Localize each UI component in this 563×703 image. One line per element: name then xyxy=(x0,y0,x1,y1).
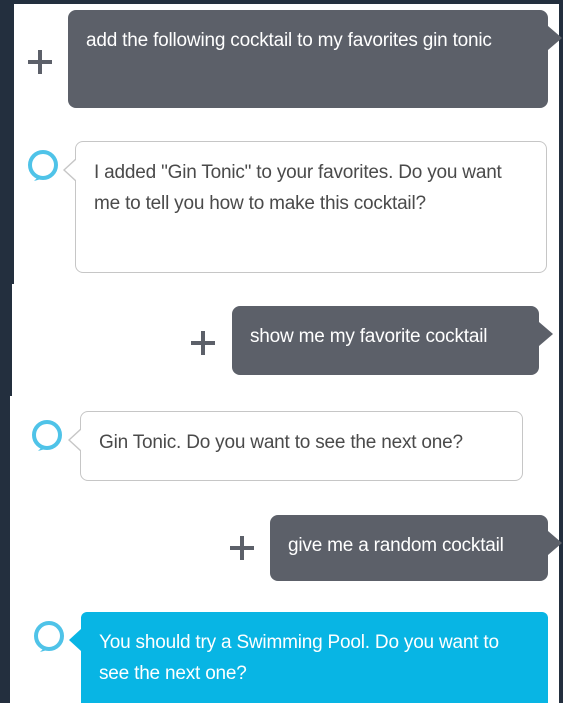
user-utterance-text: add the following cocktail to my favorit… xyxy=(86,30,492,51)
alexa-ring-icon xyxy=(28,150,58,181)
conversation-log: add the following cocktail to my favorit… xyxy=(0,0,563,703)
alexa-response-bubble: You should try a Swimming Pool. Do you w… xyxy=(69,612,548,703)
plus-icon xyxy=(230,536,254,560)
alexa-response-text: Gin Tonic. Do you want to see the next o… xyxy=(99,432,463,453)
alexa-ring-icon xyxy=(34,621,64,652)
alexa-response-bubble: I added "Gin Tonic" to your favorites. D… xyxy=(63,141,547,273)
user-utterance-text: show me my favorite cocktail xyxy=(250,326,488,347)
user-utterance-bubble: show me my favorite cocktail xyxy=(232,306,553,375)
alexa-response-bubble: Gin Tonic. Do you want to see the next o… xyxy=(68,411,523,481)
plus-icon xyxy=(191,331,215,355)
alexa-response-text: I added "Gin Tonic" to your favorites. D… xyxy=(94,162,502,214)
plus-icon xyxy=(28,50,52,74)
user-utterance-bubble: add the following cocktail to my favorit… xyxy=(68,10,562,108)
user-utterance-bubble: give me a random cocktail xyxy=(270,515,562,581)
user-utterance-text: give me a random cocktail xyxy=(288,535,504,556)
alexa-response-text: You should try a Swimming Pool. Do you w… xyxy=(99,632,499,684)
alexa-ring-icon xyxy=(32,420,62,451)
